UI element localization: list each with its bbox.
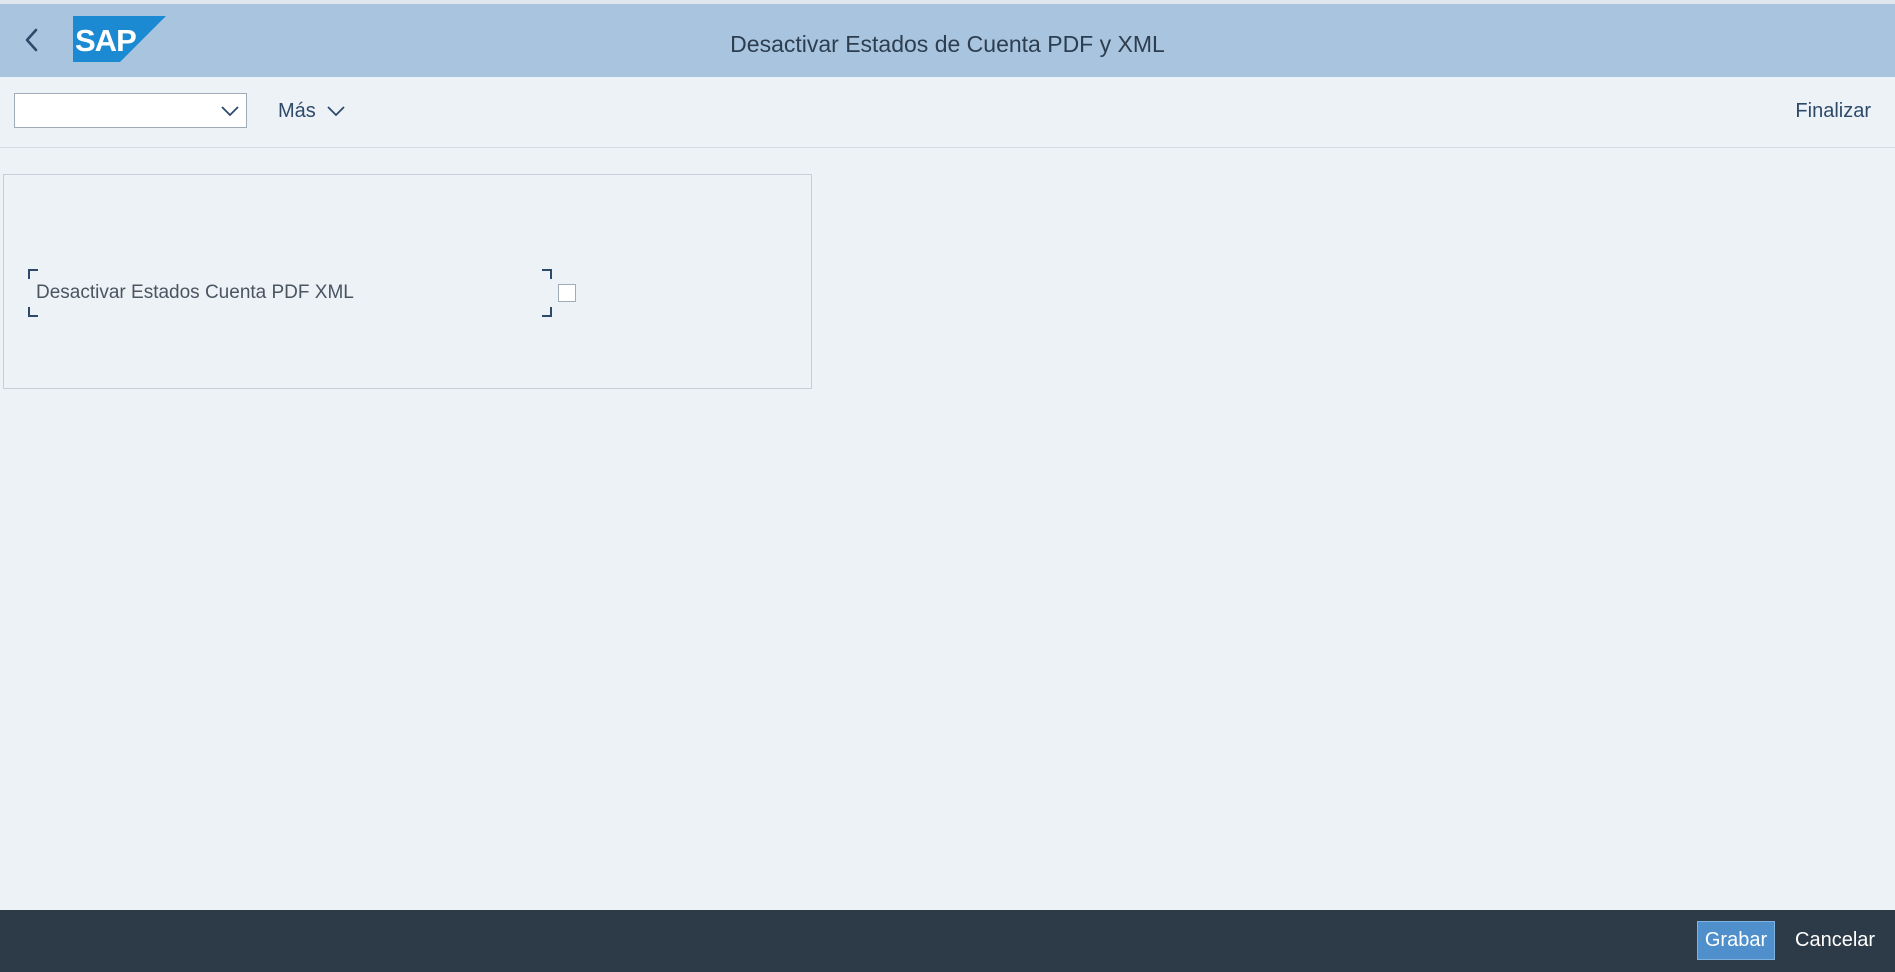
save-button[interactable]: Grabar	[1697, 921, 1775, 960]
more-menu-button[interactable]: Más	[278, 93, 346, 129]
finish-button[interactable]: Finalizar	[1795, 93, 1871, 129]
deactivate-statements-label: Desactivar Estados Cuenta PDF XML	[36, 282, 354, 303]
footer-toolbar: Grabar Cancelar	[0, 910, 1895, 972]
chevron-down-icon	[327, 106, 345, 117]
chevron-down-icon	[221, 106, 239, 117]
cancel-button[interactable]: Cancelar	[1795, 921, 1875, 960]
more-menu-label: Más	[278, 99, 316, 122]
focus-corner	[542, 269, 552, 279]
field-label-container: Desactivar Estados Cuenta PDF XML	[28, 269, 552, 317]
shell-header: SAP Desactivar Estados de Cuenta PDF y X…	[0, 0, 1895, 77]
form-panel: Desactivar Estados Cuenta PDF XML	[3, 174, 812, 389]
deactivate-statements-checkbox[interactable]	[558, 284, 576, 302]
focus-corner	[542, 307, 552, 317]
page-title: Desactivar Estados de Cuenta PDF y XML	[730, 31, 1165, 57]
toolbar: Más Finalizar	[0, 77, 1895, 148]
variant-select[interactable]	[14, 93, 247, 128]
